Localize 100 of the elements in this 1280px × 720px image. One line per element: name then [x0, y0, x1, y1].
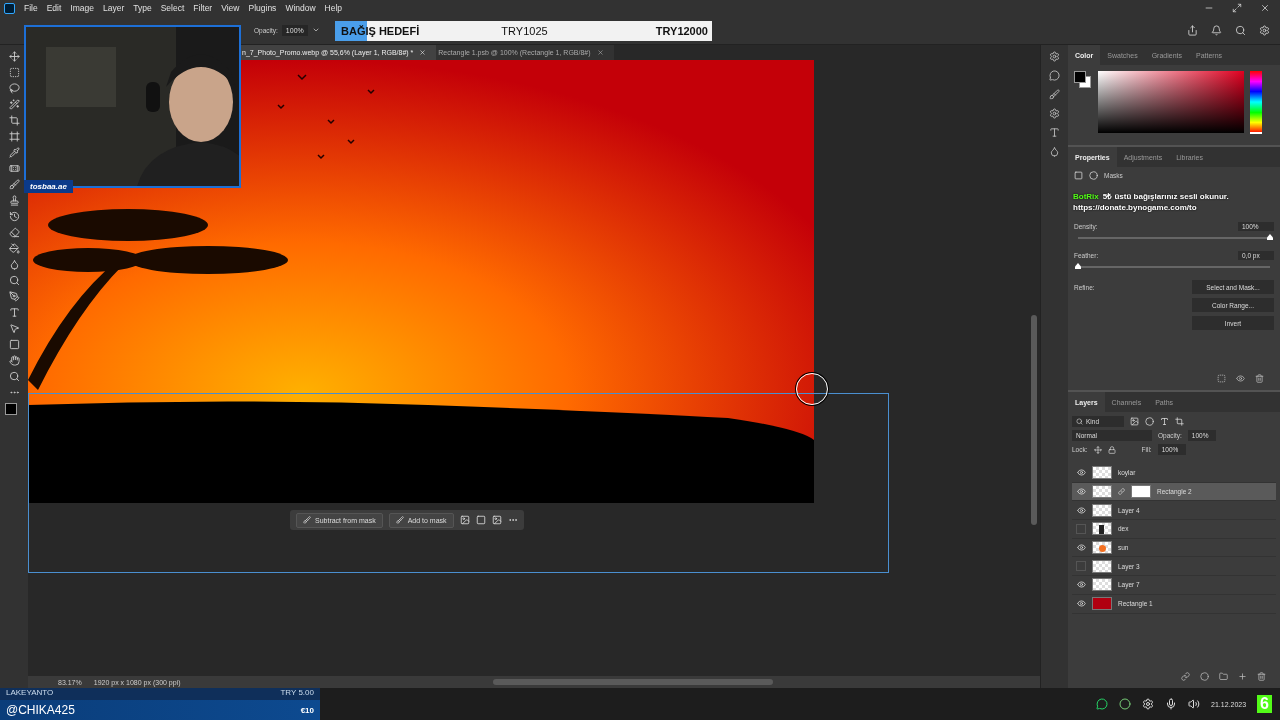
search-icon — [1076, 418, 1083, 425]
move-icon[interactable] — [8, 51, 20, 62]
menu-item[interactable]: Filter — [193, 3, 213, 13]
badge: 6 — [1257, 695, 1272, 713]
wand-icon[interactable] — [8, 99, 20, 110]
trash-icon[interactable] — [1257, 672, 1266, 681]
circle-icon[interactable] — [1119, 698, 1132, 710]
menu-item[interactable]: Window — [285, 3, 316, 13]
paint-bucket-icon[interactable] — [8, 243, 20, 254]
slider-thumb[interactable] — [1075, 263, 1081, 269]
close-icon[interactable] — [1260, 3, 1270, 13]
eye-icon[interactable] — [1076, 486, 1086, 497]
goal-current: TRY1025 — [500, 25, 549, 37]
microphone-icon[interactable] — [1165, 698, 1178, 710]
square-icon[interactable] — [1074, 171, 1083, 180]
donor-name: LAKEYANTO — [6, 688, 54, 699]
comment-icon[interactable] — [1049, 70, 1060, 81]
eye-icon[interactable] — [1076, 505, 1086, 516]
type-icon[interactable] — [1049, 127, 1060, 138]
menu-item[interactable]: Plugins — [248, 3, 277, 13]
eye-icon[interactable] — [1076, 598, 1086, 609]
brush-icon — [303, 516, 311, 524]
goal-target: TRY12000 — [654, 25, 708, 37]
add-icon[interactable] — [1238, 672, 1247, 681]
donation-amount: TRY 5.00 — [280, 688, 314, 699]
marquee-icon[interactable] — [8, 67, 20, 78]
settings-icon[interactable] — [1049, 51, 1060, 62]
brush-icon — [395, 516, 404, 524]
eye-icon[interactable] — [1236, 374, 1245, 383]
search-icon[interactable] — [8, 275, 20, 286]
brush-icon[interactable] — [8, 179, 20, 190]
brush-icon[interactable] — [1049, 89, 1060, 100]
slider-thumb[interactable] — [1267, 234, 1273, 240]
eye-icon[interactable] — [1076, 579, 1086, 590]
chat-icon[interactable] — [1096, 698, 1109, 710]
menu-item[interactable]: View — [221, 3, 240, 13]
lasso-icon[interactable] — [8, 83, 20, 94]
pen-icon[interactable] — [8, 291, 20, 302]
layer-thumbnail — [1092, 466, 1112, 480]
menu-item[interactable]: Image — [70, 3, 94, 13]
image-icon[interactable] — [491, 515, 502, 525]
layer-thumbnail — [1092, 559, 1112, 573]
close-icon[interactable] — [596, 49, 604, 56]
droplet-icon[interactable] — [8, 259, 20, 270]
eye-icon[interactable] — [1076, 542, 1086, 553]
pointer-icon[interactable] — [8, 323, 20, 334]
settings-icon[interactable] — [1142, 698, 1155, 710]
eyedropper-icon[interactable] — [8, 147, 20, 158]
eraser-icon[interactable] — [8, 227, 20, 238]
link-icon[interactable] — [1181, 672, 1190, 681]
donation-amount: €10 — [300, 705, 314, 715]
visibility-toggle[interactable] — [1076, 561, 1086, 572]
chat-message: BotRix 5₺ üstü bağışlarınız sesli okunur. — [1073, 191, 1229, 201]
image-icon[interactable] — [459, 515, 470, 525]
hue-slider[interactable] — [1250, 71, 1262, 133]
type-icon[interactable] — [8, 307, 20, 318]
menu-item[interactable]: Select — [160, 3, 185, 13]
layer-thumbnail — [1092, 522, 1112, 536]
share-icon[interactable] — [1187, 24, 1198, 36]
layer-thumbnail — [1092, 578, 1112, 592]
settings-icon[interactable] — [1259, 24, 1270, 36]
rectangle-icon[interactable] — [8, 339, 20, 350]
color-swatches[interactable] — [1074, 71, 1092, 89]
eye-icon[interactable] — [1076, 467, 1086, 478]
square-icon[interactable] — [475, 515, 486, 525]
hand-icon[interactable] — [8, 355, 20, 366]
image-icon[interactable] — [1130, 417, 1139, 426]
menu-item[interactable]: Layer — [103, 3, 125, 13]
color-field[interactable] — [1098, 71, 1244, 133]
layer-thumbnail — [1092, 503, 1112, 517]
menu-item[interactable]: Type — [133, 3, 152, 13]
droplet-icon[interactable] — [1049, 146, 1060, 157]
link-icon — [1118, 488, 1125, 496]
bandage-icon[interactable] — [8, 163, 20, 174]
close-icon[interactable] — [419, 49, 427, 56]
bell-icon[interactable] — [1211, 24, 1222, 36]
layer-thumbnail — [1092, 597, 1112, 611]
speaker-icon[interactable] — [1188, 698, 1201, 710]
frame-icon[interactable] — [8, 131, 20, 142]
menu-item[interactable]: Help — [324, 3, 343, 13]
hue-marker[interactable] — [1250, 132, 1262, 134]
maximize-icon[interactable] — [1232, 3, 1242, 13]
history-icon[interactable] — [8, 211, 20, 222]
app-logo — [4, 2, 15, 14]
visibility-toggle[interactable] — [1076, 523, 1086, 534]
menu-item[interactable]: File — [24, 3, 38, 13]
type-icon[interactable] — [1160, 417, 1169, 426]
trash-icon[interactable] — [1255, 374, 1264, 383]
lock-icon[interactable] — [1107, 445, 1116, 454]
folder-icon[interactable] — [1219, 672, 1228, 681]
search-icon[interactable] — [1235, 24, 1246, 36]
zoom-icon[interactable] — [8, 371, 20, 382]
mask-thumbnail — [1131, 485, 1151, 499]
stamp-icon[interactable] — [8, 195, 20, 206]
selection-icon[interactable] — [1217, 374, 1226, 383]
crop-icon[interactable] — [8, 115, 20, 126]
menu-item[interactable]: Edit — [46, 3, 62, 13]
caret-icon[interactable] — [311, 26, 320, 34]
layer-thumbnail — [1092, 541, 1112, 555]
move-icon[interactable] — [1093, 445, 1102, 454]
